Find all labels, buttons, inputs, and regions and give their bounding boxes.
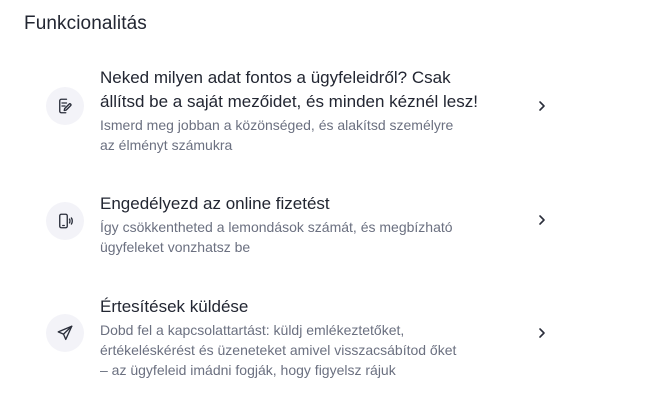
feature-description: Ismerd meg jobban a közönséged, és alakí… bbox=[100, 117, 454, 153]
feature-description: Így csökkentheted a lemondások számát, é… bbox=[100, 219, 453, 255]
features-page: Funkcionalitás Neked milyen adat fontos … bbox=[0, 0, 647, 406]
mobile-payment-icon bbox=[56, 212, 74, 230]
chevron-right-icon[interactable] bbox=[535, 213, 549, 227]
feature-title: Engedélyezd az online fizetést bbox=[100, 194, 330, 213]
send-icon bbox=[56, 324, 74, 342]
feature-text: Neked milyen adat fontos a ügyfeleidről?… bbox=[100, 66, 520, 155]
feature-description: Dobd fel a kapcsolattartást: küldj emlék… bbox=[100, 322, 457, 378]
chevron-right-icon[interactable] bbox=[535, 99, 549, 113]
feature-title: Neked milyen adat fontos a ügyfeleidről?… bbox=[100, 68, 478, 111]
feature-icon-wrapper bbox=[46, 202, 84, 240]
feature-icon-wrapper bbox=[46, 314, 84, 352]
feature-item-notifications[interactable]: Értesítések küldése Dobd fel a kapcsolat… bbox=[0, 295, 647, 385]
edit-form-icon bbox=[56, 97, 74, 115]
feature-item-online-payment[interactable]: Engedélyezd az online fizetést Így csökk… bbox=[0, 192, 647, 262]
chevron-right-icon[interactable] bbox=[535, 326, 549, 340]
feature-text: Értesítések küldése Dobd fel a kapcsolat… bbox=[100, 295, 520, 380]
feature-item-custom-fields[interactable]: Neked milyen adat fontos a ügyfeleidről?… bbox=[0, 66, 647, 158]
feature-title: Értesítések küldése bbox=[100, 297, 249, 316]
feature-text: Engedélyezd az online fizetést Így csökk… bbox=[100, 192, 520, 257]
section-title: Funkcionalitás bbox=[24, 13, 147, 34]
feature-icon-wrapper bbox=[46, 87, 84, 125]
